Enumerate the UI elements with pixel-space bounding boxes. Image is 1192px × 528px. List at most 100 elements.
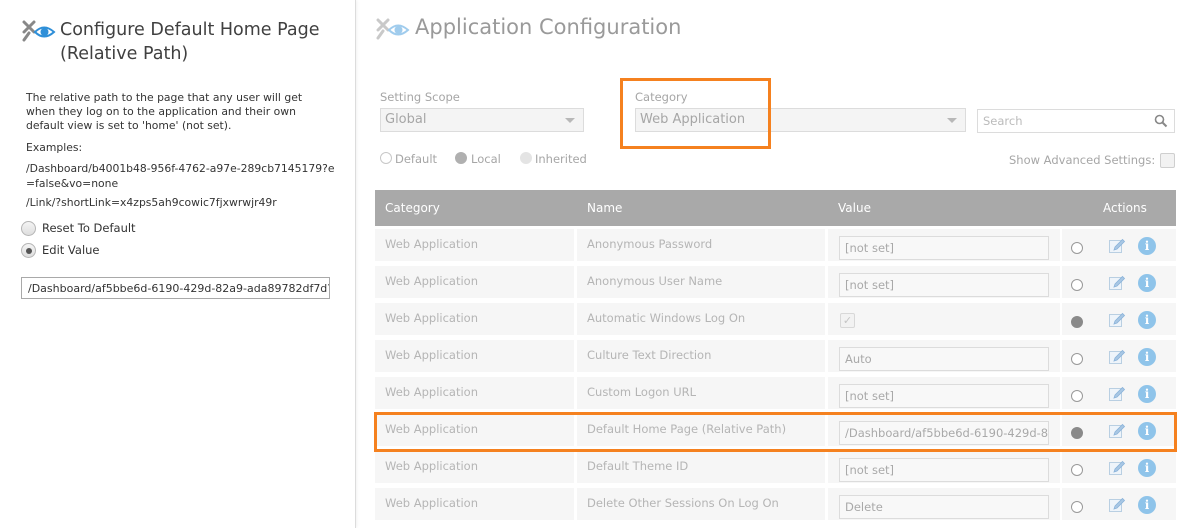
tools-eye-icon [376,18,410,40]
edit-icon[interactable] [1108,274,1126,292]
row-local-indicator [1071,464,1083,476]
table-row[interactable]: Web Application Anonymous User Name [not s… [375,264,1176,301]
name-cell: Custom Logon URL [577,377,825,409]
table-row[interactable]: Web Application Anonymous Password [not se… [375,227,1176,264]
row-category: Web Application [385,237,478,251]
info-icon[interactable]: i [1138,237,1156,255]
category-cell: Web Application [375,488,574,520]
search-input[interactable]: Search [977,109,1175,133]
category-cell: Web Application [375,266,574,298]
edit-icon[interactable] [1108,348,1126,366]
edit-icon[interactable] [1108,385,1126,403]
tools-eye-icon [22,20,56,42]
table-row[interactable]: Web Application Automatic Windows Log On ✓… [375,301,1176,338]
row-name: Anonymous Password [587,237,713,251]
configure-setting-panel: Configure Default Home Page (Relative Pa… [0,0,356,528]
row-value-field[interactable]: Auto [839,347,1049,371]
name-cell: Automatic Windows Log On [577,303,825,335]
local-scope-radio[interactable] [455,152,467,164]
chevron-down-icon [947,118,957,123]
category-cell: Web Application [375,451,574,483]
row-local-indicator [1071,279,1083,291]
edit-icon[interactable] [1108,496,1126,514]
reset-to-default-label[interactable]: Reset To Default [42,221,136,235]
chevron-down-icon [565,118,575,123]
table-row[interactable]: Web Application Custom Logon URL [not set]… [375,375,1176,412]
row-local-indicator [1071,353,1083,365]
app-root: Configure Default Home Page (Relative Pa… [0,0,1192,528]
column-header-value[interactable]: Value [838,190,871,226]
panel-title-line2: (Relative Path) [60,44,189,64]
column-header-actions: Actions [1103,201,1147,215]
value-cell [828,303,1060,335]
row-value-field[interactable]: [not set] [839,384,1049,408]
application-configuration: Application Configuration Setting Scope … [357,0,1192,528]
row-value-field[interactable]: [not set] [839,458,1049,482]
edit-icon[interactable] [1108,311,1126,329]
row-category: Web Application [385,311,478,325]
edit-value-radio[interactable] [21,243,36,258]
row-name: Custom Logon URL [587,385,697,399]
row-name: Culture Text Direction [587,348,712,362]
info-icon[interactable]: i [1138,385,1156,403]
table-row[interactable]: Web Application Culture Text Direction Aut… [375,338,1176,375]
examples-label: Examples: [26,141,83,154]
edit-icon[interactable] [1108,237,1126,255]
info-icon[interactable]: i [1138,274,1156,292]
default-scope-radio[interactable] [380,152,392,164]
local-scope-label: Local [471,152,501,166]
setting-value-input[interactable] [21,277,330,299]
column-header-category[interactable]: Category [385,190,440,226]
table-header: Category Name Value Actions [375,190,1176,226]
edit-value-label[interactable]: Edit Value [42,243,100,257]
row-name: Automatic Windows Log On [587,311,746,325]
setting-scope-select[interactable]: Global [380,108,584,132]
row-category: Web Application [385,459,478,473]
info-icon[interactable]: i [1138,348,1156,366]
name-cell: Default Theme ID [577,451,825,483]
row-category: Web Application [385,348,478,362]
table-row[interactable]: Web Application Delete Other Sessions On … [375,486,1176,523]
category-cell: Web Application [375,340,574,372]
column-header-name[interactable]: Name [587,190,622,226]
name-cell: Delete Other Sessions On Log On [577,488,825,520]
row-value-field[interactable]: [not set] [839,273,1049,297]
table-row[interactable]: Web Application Default Theme ID [not set]… [375,449,1176,486]
panel-title: Configure Default Home Page (Relative Pa… [60,18,340,66]
selected-row-highlight [374,412,1177,452]
panel-title-line1: Configure Default Home Page [60,20,320,40]
category-cell: Web Application [375,229,574,261]
setting-scope-label: Setting Scope [380,90,460,104]
name-cell: Culture Text Direction [577,340,825,372]
row-category: Web Application [385,496,478,510]
row-value-field[interactable]: [not set] [839,236,1049,260]
inherited-scope-label: Inherited [535,152,587,166]
show-advanced-settings-checkbox[interactable] [1160,153,1175,168]
example-1: /Dashboard/b4001b48-956f-4762-a97e-289cb… [26,162,335,190]
search-icon [1154,114,1168,128]
row-local-indicator [1071,242,1083,254]
info-icon[interactable]: i [1138,459,1156,477]
setting-description: The relative path to the page that any u… [26,91,303,132]
row-local-indicator [1071,390,1083,402]
name-cell: Anonymous User Name [577,266,825,298]
row-local-indicator [1071,316,1083,328]
edit-icon[interactable] [1108,459,1126,477]
info-icon[interactable]: i [1138,496,1156,514]
row-value-checkbox[interactable]: ✓ [840,313,855,328]
row-name: Anonymous User Name [587,274,723,288]
show-advanced-settings-label: Show Advanced Settings: [1009,153,1156,167]
category-cell: Web Application [375,377,574,409]
name-cell: Anonymous Password [577,229,825,261]
reset-to-default-radio[interactable] [21,221,36,236]
inherited-scope-radio[interactable] [520,152,532,164]
info-icon[interactable]: i [1138,311,1156,329]
row-name: Default Theme ID [587,459,689,473]
row-value-field[interactable]: Delete [839,495,1049,519]
row-name: Delete Other Sessions On Log On [587,496,779,510]
row-local-indicator [1071,501,1083,513]
default-scope-label: Default [395,152,438,166]
example-2: /Link/?shortLink=x4zps5ah9cowic7fjxwrwjr… [26,196,277,209]
page-title: Application Configuration [415,15,682,39]
row-category: Web Application [385,274,478,288]
